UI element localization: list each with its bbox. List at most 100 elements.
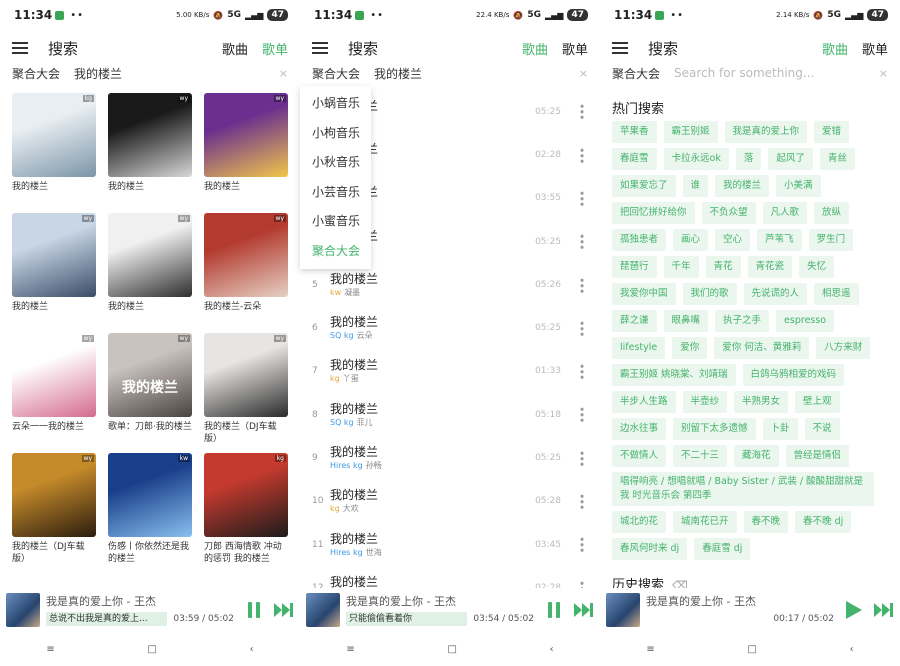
hot-search-tag[interactable]: 春庭雪 [612, 148, 657, 170]
more-icon[interactable]: ••• [575, 147, 588, 163]
dropdown-item[interactable]: 聚合大会 [300, 237, 371, 267]
playlist-card[interactable]: wy 我的楼兰 [108, 93, 192, 213]
hot-search-tag[interactable]: 青花瓷 [747, 256, 793, 278]
more-icon[interactable]: ••• [575, 493, 588, 509]
search-input[interactable]: 我的楼兰 [374, 65, 422, 82]
playlist-card[interactable]: kw 伤感丨你依然还是我的楼兰 [108, 453, 192, 573]
hot-search-tag[interactable]: espresso [776, 310, 835, 332]
hot-search-tag[interactable]: 爱你 何洁、黄雅莉 [714, 337, 810, 359]
song-row[interactable]: 6 我的楼兰 SQ kg 云朵 05:25 ••• [300, 306, 600, 349]
hot-search-tag[interactable]: 八方来财 [816, 337, 871, 359]
home-icon[interactable]: □ [147, 644, 156, 655]
hot-search-tag[interactable]: 落 [735, 148, 762, 170]
tab-playlists[interactable]: 歌单 [562, 39, 588, 58]
hot-search-tag[interactable]: 半壶纱 [682, 391, 728, 413]
mini-player[interactable]: 我是真的爱上你 - 王杰 只能偷偷看着你 03:54 / 05:02 [300, 588, 600, 632]
search-input[interactable]: 我的楼兰 [74, 65, 122, 82]
playlist-card[interactable]: kg 刀郎 西海情歌 冲动的惩罚 我的楼兰 [204, 453, 288, 573]
hot-search-tag[interactable]: 起风了 [768, 148, 813, 170]
hot-search-tag[interactable]: 春庭雪 dj [694, 538, 751, 560]
hot-search-tag[interactable]: 如果爱忘了 [612, 175, 676, 197]
recents-icon[interactable]: ≡ [346, 644, 354, 655]
hot-search-tag[interactable]: 半熟男女 [734, 391, 789, 413]
hot-search-tag[interactable]: 把回忆拼好给你 [612, 202, 695, 224]
tab-playlists[interactable]: 歌单 [862, 39, 888, 58]
playlist-cover[interactable]: wy [108, 93, 192, 177]
tab-playlists[interactable]: 歌单 [262, 39, 288, 58]
hot-search-tag[interactable]: 藏海花 [734, 445, 779, 467]
hot-search-tag[interactable]: 先说谎的人 [743, 283, 808, 305]
hot-search-tag[interactable]: 千年 [663, 256, 699, 278]
tab-songs[interactable]: 歌曲 [822, 39, 848, 58]
hot-search-tag[interactable]: 城北的花 [612, 511, 667, 533]
tab-songs[interactable]: 歌曲 [222, 39, 248, 58]
hot-search-tag[interactable]: 薛之谦 [612, 310, 657, 332]
back-icon[interactable]: ‹ [850, 644, 854, 655]
song-row[interactable]: 9 我的楼兰 Hires kg 孙畅 05:25 ••• [300, 436, 600, 479]
hot-search-tag[interactable]: 放纵 [814, 202, 850, 224]
hot-search-tag[interactable]: 青丝 [819, 148, 855, 170]
source-selector[interactable]: 聚合大会 [312, 65, 360, 82]
more-icon[interactable]: ••• [575, 536, 588, 552]
hot-search-tag[interactable]: 半步人生路 [612, 391, 676, 413]
hot-search-tag[interactable]: 边水往事 [612, 418, 667, 440]
next-icon[interactable] [574, 600, 594, 620]
tab-songs[interactable]: 歌曲 [522, 39, 548, 58]
hamburger-menu-icon[interactable] [612, 42, 628, 54]
playlist-cover[interactable]: kw [108, 453, 192, 537]
playlist-card[interactable]: wy 我的楼兰 [108, 213, 192, 333]
more-icon[interactable]: ••• [575, 450, 588, 466]
search-input[interactable]: Search for something... [674, 66, 814, 80]
hot-search-tag[interactable]: 曾经是情侣 [785, 445, 850, 467]
playlist-cover[interactable]: kg [12, 93, 96, 177]
next-icon[interactable] [874, 600, 894, 620]
hot-search-tag[interactable]: 爱你 [672, 337, 708, 359]
hot-search-tag[interactable]: 空心 [715, 229, 751, 251]
next-icon[interactable] [274, 600, 294, 620]
mini-player[interactable]: 我是真的爱上你 - 王杰 总说不出我是真的爱上... 03:59 / 05:02 [0, 588, 300, 632]
hot-search-tag[interactable]: 霸王别姬 [663, 121, 718, 143]
song-row[interactable]: 5 我的楼兰 kw 凝墨 05:26 ••• [300, 263, 600, 306]
hot-search-tag[interactable]: 罗生门 [808, 229, 854, 251]
back-icon[interactable]: ‹ [250, 644, 254, 655]
pause-icon[interactable] [544, 600, 564, 620]
hot-search-tag[interactable]: 执子之手 [715, 310, 770, 332]
hot-search-tag[interactable]: 唱得响亮 / 想唱就唱 / Baby Sister / 武装 / 酸酸甜甜就是我… [612, 472, 874, 506]
more-icon[interactable]: ••• [575, 406, 588, 422]
hot-search-tag[interactable]: 不说 [804, 418, 840, 440]
more-icon[interactable]: ••• [575, 190, 588, 206]
hot-search-tag[interactable]: 壁上观 [795, 391, 840, 413]
hot-search-tag[interactable]: 卡拉永远ok [663, 148, 729, 170]
playlist-cover[interactable]: wy [12, 333, 96, 417]
hot-search-tag[interactable]: 不负众望 [701, 202, 756, 224]
song-row[interactable]: 10 我的楼兰 kg 大欢 05:28 ••• [300, 480, 600, 523]
hot-search-tag[interactable]: 我是真的爱上你 [724, 121, 808, 143]
hot-search-tag[interactable]: 我的楼兰 [715, 175, 770, 197]
album-art[interactable] [606, 593, 640, 627]
playlist-cover[interactable]: wy [204, 93, 288, 177]
hot-search-tag[interactable]: 凡人歌 [762, 202, 808, 224]
hot-search-tag[interactable]: 青花 [705, 256, 741, 278]
hot-search-tag[interactable]: 芦苇飞 [757, 229, 802, 251]
hot-search-tag[interactable]: 苹果香 [612, 121, 657, 143]
dropdown-item[interactable]: 小蜜音乐 [300, 207, 371, 237]
hot-search-tag[interactable]: 别留下太多遗憾 [673, 418, 756, 440]
more-icon[interactable]: ••• [575, 277, 588, 293]
hot-search-tag[interactable]: 春不晚 [743, 511, 789, 533]
clear-icon[interactable]: × [579, 67, 588, 80]
recents-icon[interactable]: ≡ [46, 644, 54, 655]
song-row[interactable]: 8 我的楼兰 SQ kg 菲儿 05:18 ••• [300, 393, 600, 436]
playlist-card[interactable]: wy 我的楼兰 [204, 93, 288, 213]
hot-search-tag[interactable]: 琵琶行 [612, 256, 657, 278]
hot-search-tag[interactable]: 卜卦 [762, 418, 798, 440]
hot-search-tag[interactable]: 我们的歌 [682, 283, 737, 305]
hot-search-tag[interactable]: 我爱你中国 [612, 283, 676, 305]
playlist-card[interactable]: wy 云朵一一我的楼兰 [12, 333, 96, 453]
hot-search-tag[interactable]: 画心 [673, 229, 709, 251]
more-icon[interactable]: ••• [575, 103, 588, 119]
playlist-card[interactable]: kg 我的楼兰 [12, 93, 96, 213]
hot-search-tag[interactable]: 春风何时来 dj [612, 538, 688, 560]
hot-search-tag[interactable]: 城南花已开 [673, 511, 737, 533]
playlist-cover[interactable]: wy [12, 453, 96, 537]
album-art[interactable] [6, 593, 40, 627]
